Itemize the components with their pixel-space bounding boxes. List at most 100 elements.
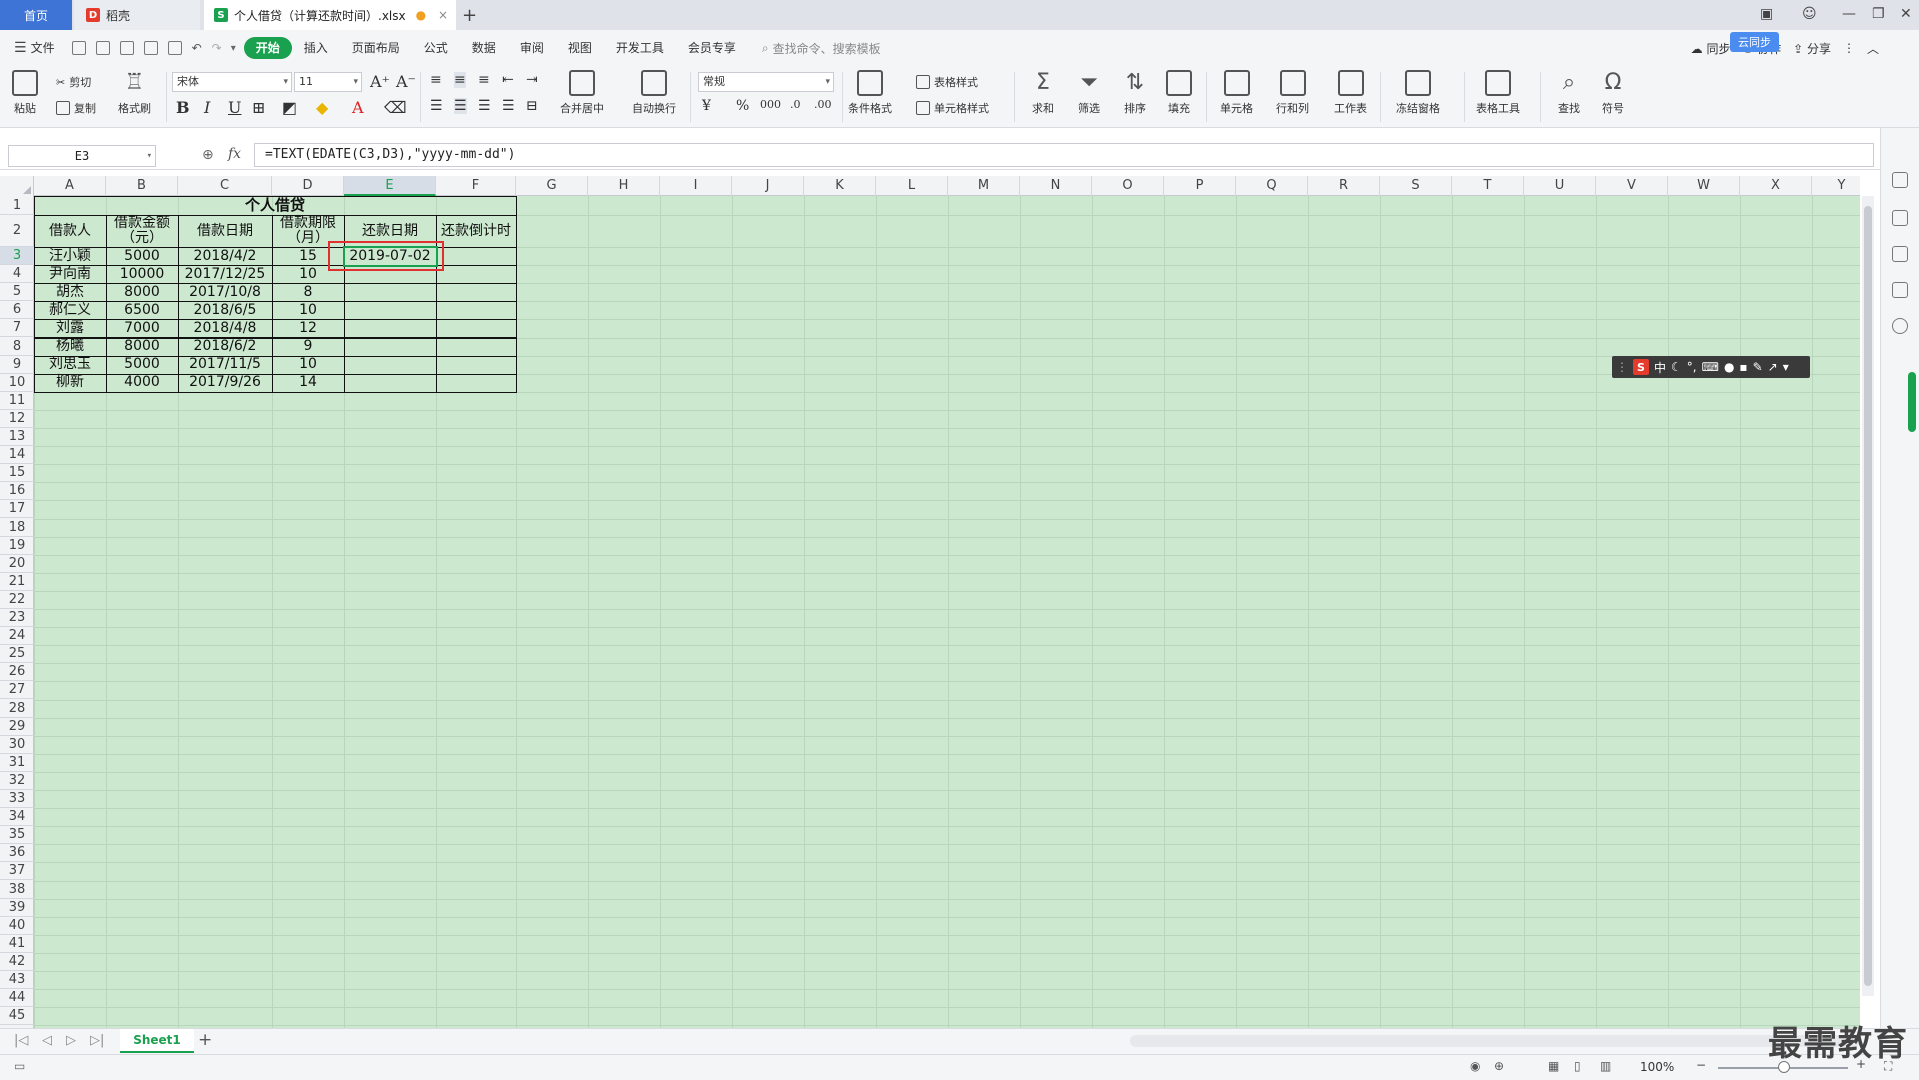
first-sheet-icon[interactable]: |◁ bbox=[14, 1033, 28, 1048]
fx-icon[interactable]: fx bbox=[228, 146, 241, 162]
drag-handle-icon[interactable]: ⋮ bbox=[1616, 360, 1628, 374]
menu-insert[interactable]: 插入 bbox=[292, 37, 340, 59]
row-col-button[interactable]: 行和列 bbox=[1276, 70, 1309, 116]
italic-button[interactable]: I bbox=[204, 98, 210, 117]
sheet-title-cell[interactable]: 个人借贷 bbox=[34, 196, 516, 215]
column-header-l[interactable]: L bbox=[876, 176, 948, 196]
row-header-12[interactable]: 12 bbox=[0, 410, 34, 428]
command-search[interactable]: ⌕ 查找命令、搜索模板 bbox=[762, 40, 881, 57]
restore-icon[interactable]: ❐ bbox=[1872, 6, 1885, 22]
data-cell-b9[interactable]: 5000 bbox=[106, 356, 178, 374]
menu-review[interactable]: 审阅 bbox=[508, 37, 556, 59]
column-header-v[interactable]: V bbox=[1596, 176, 1668, 196]
align-top-icon[interactable]: ≡ bbox=[430, 72, 442, 88]
sort-button[interactable]: ⇅ 排序 bbox=[1122, 70, 1148, 116]
menu-home[interactable]: 开始 bbox=[243, 37, 292, 59]
data-cell-e6[interactable] bbox=[344, 301, 436, 319]
data-cell-e10[interactable] bbox=[344, 374, 436, 392]
menu-formulas[interactable]: 公式 bbox=[412, 37, 460, 59]
format-painter-button[interactable]: ♖ 格式刷 bbox=[118, 70, 151, 116]
row-header-10[interactable]: 10 bbox=[0, 374, 34, 392]
data-cell-c3[interactable]: 2018/4/2 bbox=[178, 247, 272, 265]
row-header-13[interactable]: 13 bbox=[0, 428, 34, 447]
row-header-40[interactable]: 40 bbox=[0, 917, 34, 935]
menu-page-layout[interactable]: 页面布局 bbox=[340, 37, 412, 59]
data-cell-b4[interactable]: 10000 bbox=[106, 265, 178, 283]
tab-daoke[interactable]: D 稻壳 bbox=[74, 0, 200, 30]
next-sheet-icon[interactable]: ▷ bbox=[66, 1033, 76, 1048]
data-cell-f8[interactable] bbox=[436, 338, 516, 356]
print-icon[interactable] bbox=[143, 41, 158, 55]
backup-icon[interactable] bbox=[1892, 282, 1908, 298]
menu-member[interactable]: 会员专享 bbox=[676, 37, 748, 59]
wrench-icon[interactable]: ✎ bbox=[1753, 360, 1763, 374]
column-header-q[interactable]: Q bbox=[1236, 176, 1308, 196]
column-header-o[interactable]: O bbox=[1092, 176, 1164, 196]
table-tools-button[interactable]: 表格工具 bbox=[1476, 70, 1520, 116]
sum-button[interactable]: Σ 求和 bbox=[1030, 70, 1056, 116]
data-cell-f9[interactable] bbox=[436, 356, 516, 374]
header-cell-e[interactable]: 还款日期 bbox=[344, 215, 436, 247]
data-cell-b5[interactable]: 8000 bbox=[106, 283, 178, 301]
header-cell-f[interactable]: 还款倒计时 bbox=[436, 215, 516, 247]
page-break-view-icon[interactable]: ▥ bbox=[1600, 1059, 1611, 1073]
data-cell-d4[interactable]: 10 bbox=[272, 265, 344, 283]
rocket-icon[interactable] bbox=[1892, 172, 1908, 188]
row-header-7[interactable]: 7 bbox=[0, 319, 34, 338]
page-layout-view-icon[interactable]: ▯ bbox=[1574, 1059, 1581, 1073]
data-cell-b8[interactable]: 8000 bbox=[106, 338, 178, 356]
row-header-32[interactable]: 32 bbox=[0, 772, 34, 790]
distribute-icon[interactable]: ⊟ bbox=[526, 98, 538, 114]
data-cell-d7[interactable]: 12 bbox=[272, 319, 344, 337]
data-cell-f6[interactable] bbox=[436, 301, 516, 319]
formula-input[interactable]: =TEXT(EDATE(C3,D3),"yyyy-mm-dd") bbox=[254, 143, 1874, 167]
data-cell-d6[interactable]: 10 bbox=[272, 301, 344, 319]
row-header-36[interactable]: 36 bbox=[0, 844, 34, 863]
data-cell-e5[interactable] bbox=[344, 283, 436, 301]
row-header-25[interactable]: 25 bbox=[0, 645, 34, 664]
prev-sheet-icon[interactable]: ◁ bbox=[42, 1033, 52, 1048]
row-header-41[interactable]: 41 bbox=[0, 935, 34, 953]
row-header-5[interactable]: 5 bbox=[0, 283, 34, 302]
row-header-34[interactable]: 34 bbox=[0, 808, 34, 827]
data-cell-e3[interactable]: 2019-07-02 bbox=[344, 247, 436, 265]
pointer-icon[interactable] bbox=[1892, 210, 1908, 226]
sheet-tab-sheet1[interactable]: Sheet1 bbox=[120, 1029, 194, 1053]
header-cell-a[interactable]: 借款人 bbox=[34, 215, 106, 247]
export-icon[interactable] bbox=[119, 41, 134, 55]
row-header-18[interactable]: 18 bbox=[0, 519, 34, 537]
data-cell-c5[interactable]: 2017/10/8 bbox=[178, 283, 272, 301]
font-color-icon[interactable]: A bbox=[352, 98, 364, 117]
ime-mode[interactable]: 中 bbox=[1654, 359, 1666, 376]
row-header-11[interactable]: 11 bbox=[0, 392, 34, 410]
sliders-icon[interactable] bbox=[1892, 246, 1908, 262]
column-header-k[interactable]: K bbox=[804, 176, 876, 196]
share-button[interactable]: ⇪ 分享 bbox=[1793, 40, 1831, 57]
row-header-22[interactable]: 22 bbox=[0, 591, 34, 609]
justify-icon[interactable]: ☰ bbox=[502, 98, 515, 114]
cell-fill-pattern-icon[interactable]: ◩ bbox=[282, 98, 297, 117]
data-cell-d3[interactable]: 15 bbox=[272, 247, 344, 265]
row-header-4[interactable]: 4 bbox=[0, 265, 34, 284]
increase-decimal-icon[interactable]: .0 bbox=[790, 98, 801, 111]
cut-button[interactable]: ✂ 剪切 bbox=[56, 74, 91, 90]
tab-home[interactable]: 首页 bbox=[0, 0, 72, 30]
cell-style-button[interactable]: 单元格样式 bbox=[916, 100, 989, 116]
data-cell-e4[interactable] bbox=[344, 265, 436, 283]
menu-developer[interactable]: 开发工具 bbox=[604, 37, 676, 59]
new-tab-button[interactable]: + bbox=[462, 5, 477, 26]
align-middle-icon[interactable]: ≡ bbox=[454, 72, 466, 88]
row-header-42[interactable]: 42 bbox=[0, 953, 34, 971]
row-header-38[interactable]: 38 bbox=[0, 881, 34, 899]
zoom-formula-icon[interactable]: ⊕ bbox=[202, 147, 214, 163]
align-bottom-icon[interactable]: ≡ bbox=[478, 72, 490, 88]
row-header-45[interactable]: 45 bbox=[0, 1007, 34, 1026]
column-header-c[interactable]: C bbox=[178, 176, 272, 196]
tab-close-icon[interactable]: × bbox=[438, 8, 448, 22]
data-cell-e8[interactable] bbox=[344, 338, 436, 356]
row-header-44[interactable]: 44 bbox=[0, 989, 34, 1008]
window-layout-icon[interactable]: ▣ bbox=[1760, 6, 1773, 22]
row-header-6[interactable]: 6 bbox=[0, 301, 34, 320]
align-right-icon[interactable]: ☰ bbox=[478, 98, 491, 114]
column-header-f[interactable]: F bbox=[436, 176, 516, 196]
